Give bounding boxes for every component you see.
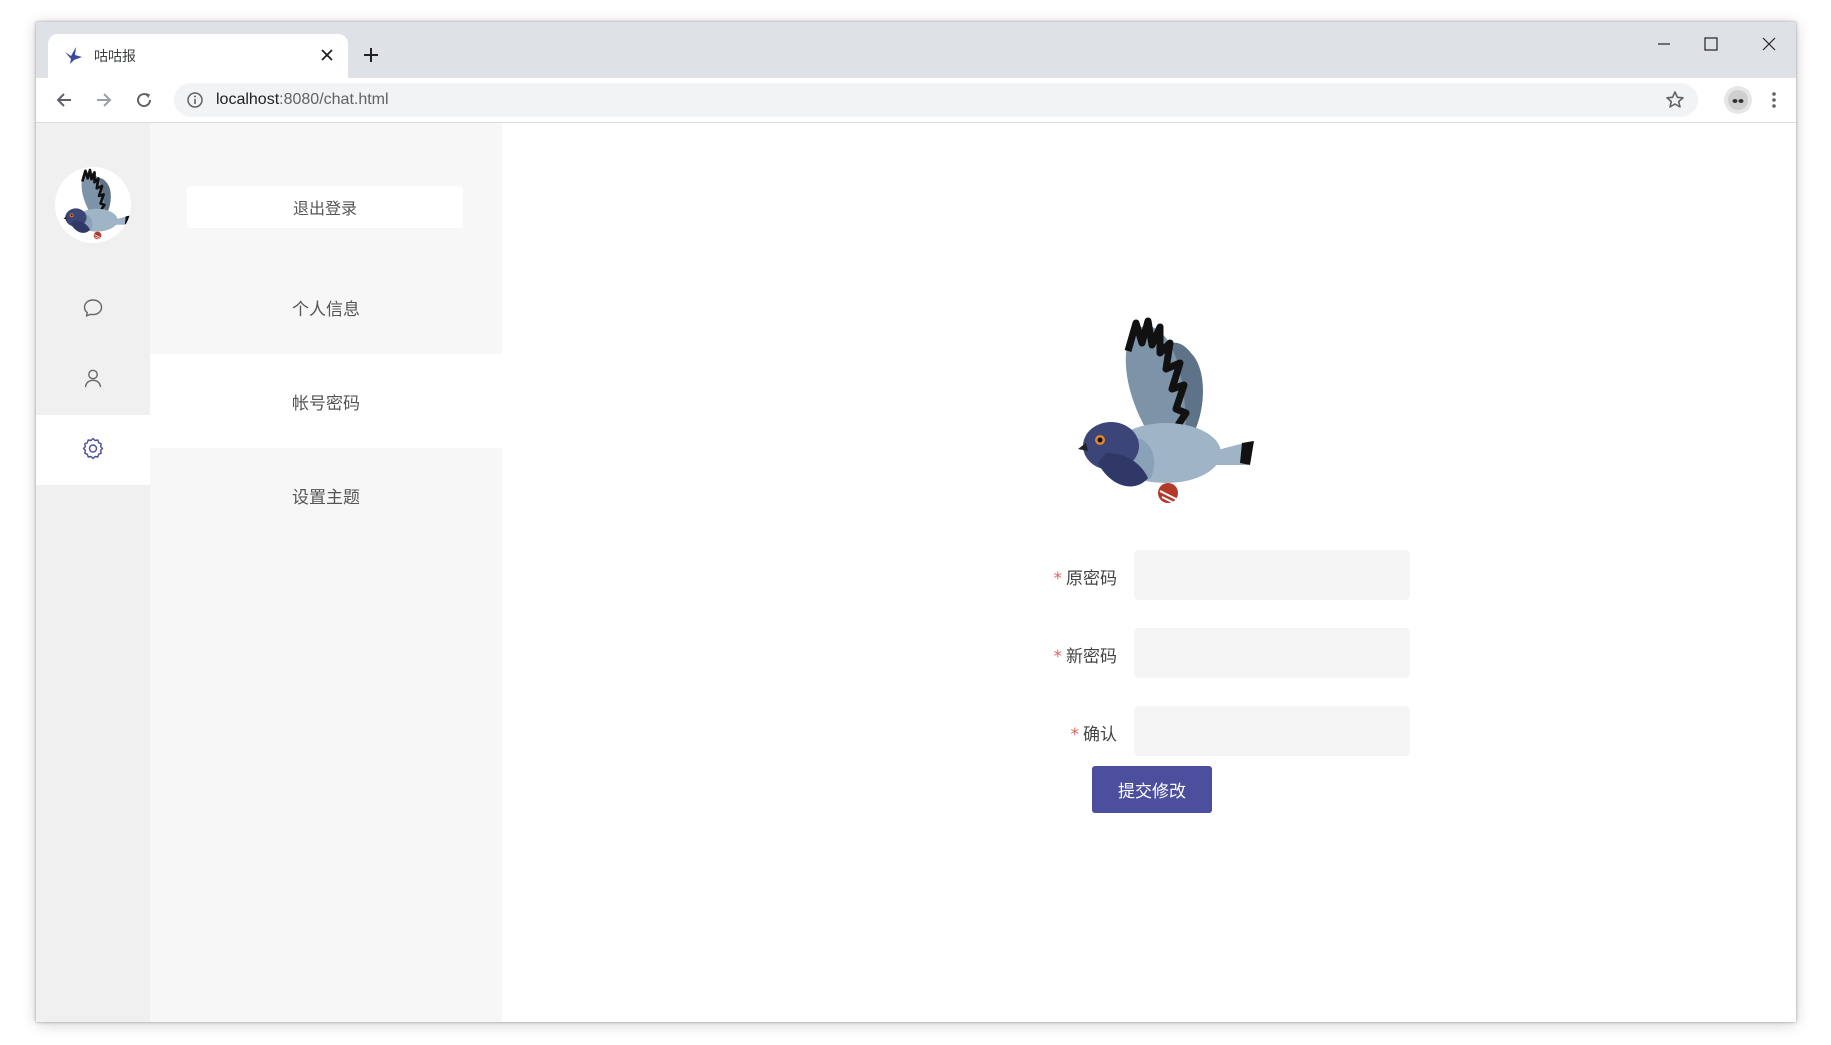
url-path: :8080/chat.html (279, 91, 389, 108)
chat-bubble-icon (82, 297, 104, 323)
old-password-label: * 原密码 (1054, 564, 1118, 589)
confirm-password-row: * 确认 (902, 706, 1410, 758)
url-host: localhost (216, 91, 280, 108)
new-tab-icon[interactable] (358, 42, 384, 68)
maximize-icon[interactable] (1686, 30, 1736, 58)
main-content: * 原密码 * 新密码 * 确认 提交修改 (502, 123, 1796, 1022)
menu-item-theme[interactable]: 设置主题 (150, 448, 502, 542)
pigeon-logo (1056, 313, 1256, 513)
new-password-input[interactable] (1134, 628, 1410, 678)
pigeon-favicon-icon (62, 44, 84, 66)
old-password-input[interactable] (1134, 550, 1410, 600)
forward-arrow-icon[interactable] (90, 86, 118, 114)
required-mark: * (1053, 647, 1063, 667)
settings-gear-icon (81, 436, 105, 464)
more-menu-icon[interactable] (1762, 86, 1786, 114)
confirm-label: * 确认 (1071, 720, 1118, 745)
url-text: localhost:8080/chat.html (216, 91, 389, 109)
required-mark: * (1070, 725, 1080, 745)
browser-toolbar: localhost:8080/chat.html (36, 78, 1796, 123)
nav-chat[interactable] (36, 275, 150, 345)
address-bar[interactable]: localhost:8080/chat.html (174, 83, 1698, 117)
old-password-label-text: 原密码 (1066, 569, 1117, 589)
tab-strip: 咕咕报 (36, 22, 1796, 78)
settings-menu: 退出登录 个人信息 帐号密码 设置主题 (150, 123, 502, 1022)
menu-item-account-password[interactable]: 帐号密码 (150, 354, 502, 448)
icon-sidebar (36, 123, 150, 1022)
confirm-password-input[interactable] (1134, 706, 1410, 756)
browser-window: 咕咕报 localhost:8080/chat.html 退出登录 个人信息 帐… (36, 22, 1796, 1022)
back-arrow-icon[interactable] (50, 86, 78, 114)
reload-icon[interactable] (130, 86, 158, 114)
new-password-row: * 新密码 (902, 628, 1410, 680)
browser-tab[interactable]: 咕咕报 (48, 34, 348, 78)
nav-contacts[interactable] (36, 345, 150, 415)
logout-button[interactable]: 退出登录 (187, 186, 463, 228)
new-password-label: * 新密码 (1054, 642, 1118, 667)
app-page: 退出登录 个人信息 帐号密码 设置主题 * 原密码 * 新密码 * 确认 提交修改 (36, 123, 1796, 1022)
old-password-row: * 原密码 (902, 550, 1410, 602)
user-icon (82, 367, 104, 393)
submit-button[interactable]: 提交修改 (1092, 766, 1212, 813)
info-icon[interactable] (186, 91, 204, 109)
minimize-icon[interactable] (1639, 30, 1689, 58)
user-avatar[interactable] (55, 167, 131, 243)
required-mark: * (1053, 569, 1063, 589)
close-tab-icon[interactable] (316, 44, 338, 66)
tab-title: 咕咕报 (94, 49, 136, 65)
confirm-label-text: 确认 (1083, 725, 1117, 745)
nav-settings[interactable] (36, 415, 150, 485)
profile-avatar-icon[interactable] (1724, 86, 1752, 114)
close-window-icon[interactable] (1744, 30, 1794, 58)
menu-item-profile[interactable]: 个人信息 (150, 260, 502, 354)
new-password-label-text: 新密码 (1066, 647, 1117, 667)
bookmark-star-icon[interactable] (1664, 89, 1686, 111)
